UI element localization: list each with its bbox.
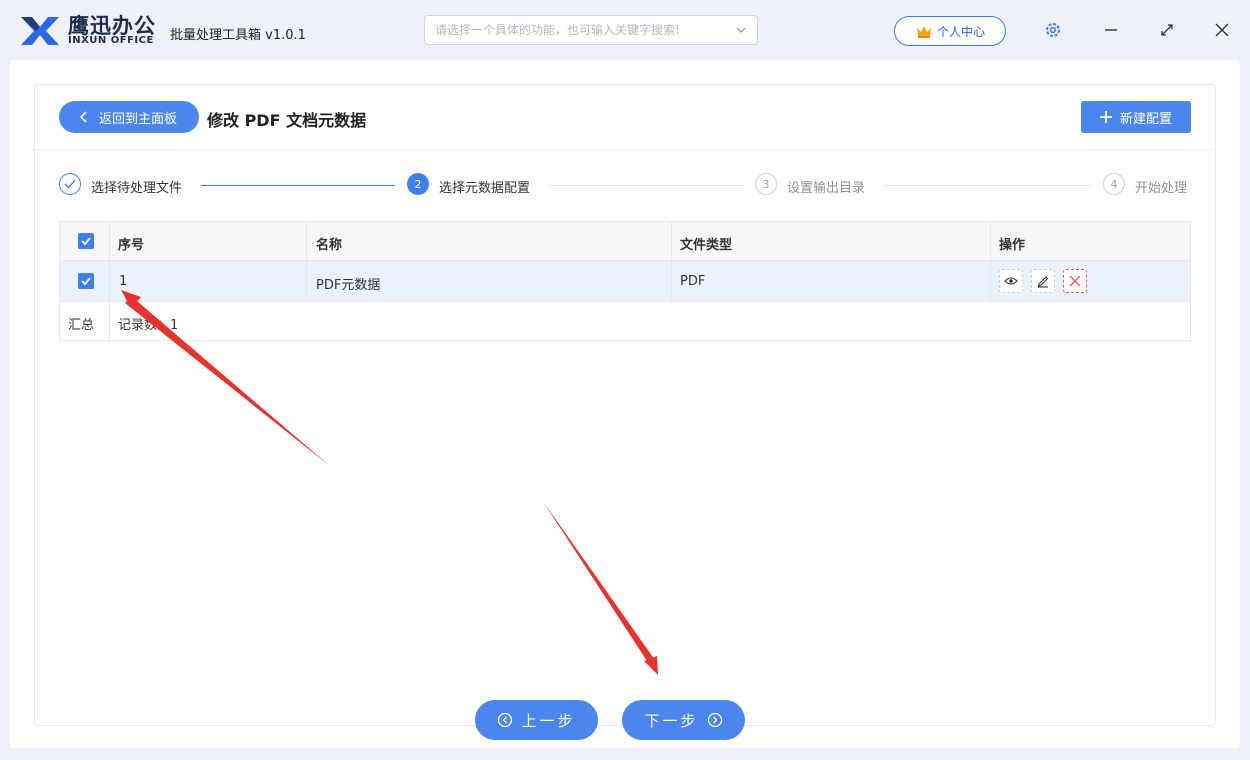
personal-center-button[interactable]: 个人中心 <box>894 16 1006 46</box>
back-label: 返回到主面板 <box>99 111 178 127</box>
header-type[interactable]: 文件类型 <box>680 234 732 253</box>
divider <box>35 149 1215 150</box>
row-checkbox[interactable] <box>78 273 94 289</box>
config-table: 序号 名称 文件类型 操作 1 PDF元数据 PDF 汇总 记录数：1 <box>59 221 1191 341</box>
plus-icon <box>1099 111 1112 123</box>
step-1-label: 选择待处理文件 <box>91 181 183 196</box>
check-icon <box>81 237 91 246</box>
search-input[interactable] <box>425 16 715 44</box>
header-actions: 操作 <box>999 238 1026 253</box>
next-step-label: 下一步 <box>644 711 699 730</box>
app-title: 批量处理工具箱 v1.0.1 <box>170 28 306 43</box>
new-config-label: 新建配置 <box>1119 111 1172 127</box>
brand-name-en: INXUN OFFICE <box>68 35 154 46</box>
new-config-button[interactable]: 新建配置 <box>1081 101 1191 133</box>
delete-button[interactable] <box>1063 269 1087 293</box>
edit-icon <box>1037 276 1049 288</box>
summary-label: 汇总 <box>68 318 95 333</box>
step-1-done-icon <box>59 173 81 195</box>
table-header: 序号 名称 文件类型 操作 <box>60 222 1190 261</box>
back-to-main-button[interactable]: 返回到主面板 <box>59 101 199 133</box>
check-icon <box>64 180 76 189</box>
step-connector <box>883 185 1091 186</box>
chevron-down-icon[interactable] <box>735 24 747 36</box>
close-icon[interactable] <box>1213 21 1231 39</box>
personal-center-label: 个人中心 <box>936 24 985 39</box>
row-type: PDF <box>680 274 706 289</box>
check-icon <box>81 277 91 286</box>
header-index[interactable]: 序号 <box>118 234 144 253</box>
header-name[interactable]: 名称 <box>316 234 342 253</box>
page-title: 修改 PDF 文档元数据 <box>207 111 367 130</box>
tool-card <box>34 84 1216 726</box>
gear-icon[interactable] <box>1044 21 1062 39</box>
delete-icon <box>1069 275 1081 287</box>
column-divider <box>109 222 110 340</box>
title-bar: 鹰迅办公 INXUN OFFICE 批量处理工具箱 v1.0.1 个人中心 <box>0 0 1250 60</box>
row-name: PDF元数据 <box>316 278 381 293</box>
chevron-left-icon <box>79 111 87 123</box>
step-4-number: 4 <box>1103 173 1125 195</box>
maximize-icon[interactable] <box>1158 21 1176 39</box>
minimize-icon[interactable] <box>1102 21 1120 39</box>
next-step-button[interactable]: 下一步 <box>622 700 745 740</box>
prev-step-button[interactable]: 上一步 <box>475 700 598 740</box>
prev-step-label: 上一步 <box>521 711 576 730</box>
step-4-label: 开始处理 <box>1135 181 1188 196</box>
crown-icon <box>916 26 931 38</box>
step-3-number: 3 <box>755 173 777 195</box>
step-2-number: 2 <box>407 173 429 195</box>
arrow-circle-left-icon <box>498 712 513 728</box>
select-all-checkbox[interactable] <box>78 233 94 249</box>
column-divider <box>990 222 991 302</box>
step-connector <box>201 185 395 186</box>
step-connector <box>549 185 743 186</box>
logo-icon <box>21 17 59 45</box>
record-count: 记录数：1 <box>118 318 179 333</box>
table-row[interactable]: 1 PDF元数据 PDF <box>60 261 1190 302</box>
summary-row: 汇总 记录数：1 <box>60 302 1190 340</box>
step-2-label: 选择元数据配置 <box>439 181 531 196</box>
view-button[interactable] <box>999 269 1023 293</box>
step-3-label: 设置输出目录 <box>787 181 866 196</box>
row-index: 1 <box>119 274 128 289</box>
arrow-circle-right-icon <box>707 712 722 728</box>
column-divider <box>671 222 672 302</box>
column-divider <box>306 222 307 302</box>
edit-button[interactable] <box>1031 269 1055 293</box>
eye-icon <box>1004 277 1018 285</box>
search-box[interactable] <box>424 15 758 45</box>
